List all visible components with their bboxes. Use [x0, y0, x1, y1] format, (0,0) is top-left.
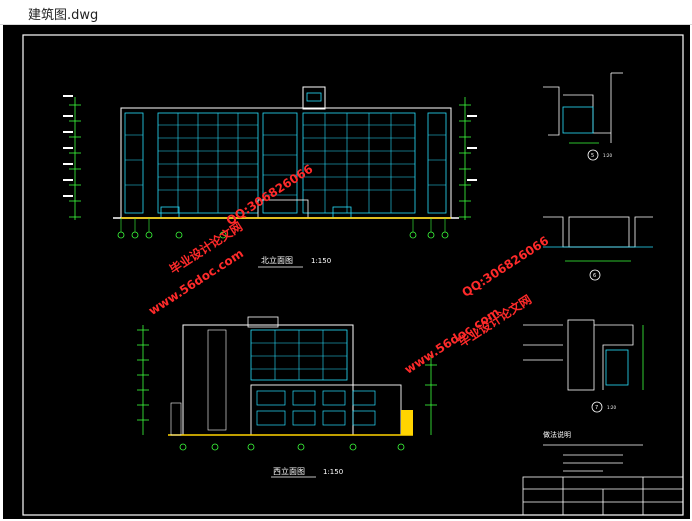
- watermark-qq-2: QQ:306826066: [459, 234, 551, 300]
- detail-6: [543, 216, 653, 281]
- west-elevation-scale: 1:150: [323, 468, 343, 476]
- front-elevation-scale: 1:150: [311, 257, 331, 265]
- detail-7-scale: 1:20: [607, 405, 616, 410]
- watermark-group-1: 毕业设计论文网 www.56doc.com QQ:306826066: [146, 162, 315, 318]
- title-block: [522, 476, 684, 516]
- detail-6-number: 6: [593, 273, 596, 279]
- watermark-site-2: www.56doc.com: [402, 305, 502, 377]
- notes-heading: 做法说明: [543, 430, 571, 439]
- window-title: 建筑图.dwg: [28, 8, 99, 23]
- west-elevation-title: 西立面图: [273, 466, 305, 476]
- west-elevation: 西立面图 1:150: [137, 316, 437, 478]
- detail-5-number: 5: [591, 153, 594, 159]
- title-bar: 建筑图.dwg: [0, 0, 692, 25]
- watermark-brand-2: 毕业设计论文网: [456, 291, 535, 349]
- front-elevation: 北立面图 1:150: [63, 86, 477, 268]
- detail-7: [523, 319, 644, 413]
- detail-7-number: 7: [595, 405, 598, 411]
- cad-drawing: 北立面图 1:150 5 1:20 6 西立面图 1:150 7 1:20 做法…: [22, 34, 684, 516]
- front-elevation-title: 北立面图: [261, 255, 293, 265]
- detail-5: [543, 72, 623, 161]
- cad-drawing-canvas[interactable]: 北立面图 1:150 5 1:20 6 西立面图 1:150 7 1:20 做法…: [3, 25, 690, 519]
- detail-5-scale: 1:20: [603, 153, 612, 158]
